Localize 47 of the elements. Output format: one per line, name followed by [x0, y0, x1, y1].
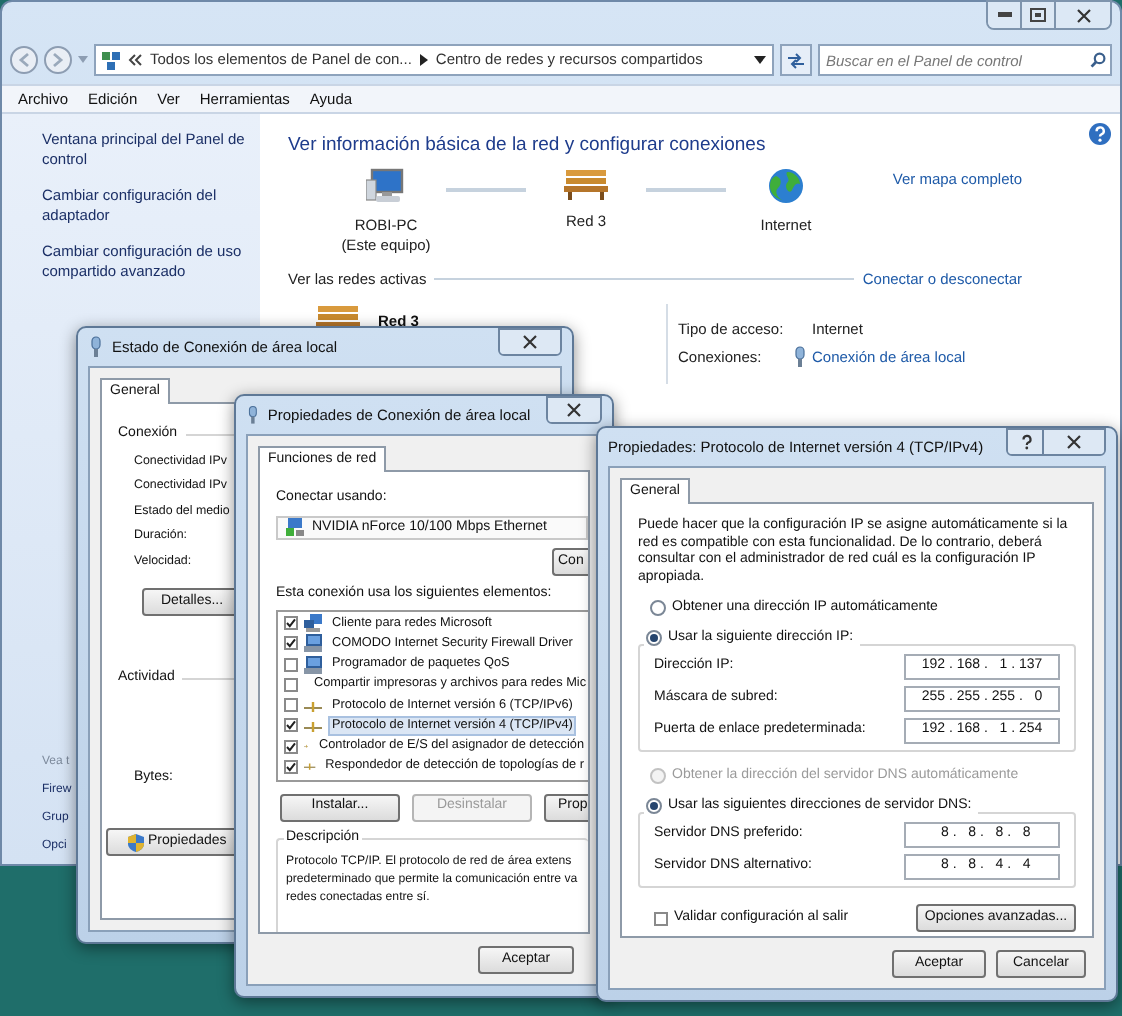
- shield-icon: [128, 833, 144, 851]
- minimize-button[interactable]: [988, 2, 1022, 28]
- checkbox[interactable]: [284, 657, 298, 672]
- checkbox[interactable]: [284, 636, 298, 651]
- protocol-icon: [304, 699, 322, 712]
- help-icon[interactable]: [1088, 122, 1112, 146]
- page-title: Ver información básica de la red y configurar conexiones: [288, 132, 766, 160]
- checkbox[interactable]: [284, 739, 298, 754]
- checkbox[interactable]: [654, 911, 668, 925]
- checkbox[interactable]: [284, 698, 298, 713]
- client-icon: [304, 614, 322, 633]
- checkbox[interactable]: [284, 616, 298, 631]
- service-icon: [304, 655, 322, 674]
- network-folder-icon: [102, 51, 120, 69]
- protocol-icon: [304, 719, 322, 732]
- maximize-button[interactable]: [1022, 2, 1056, 28]
- connection-icon: [88, 336, 104, 358]
- double-chevron-icon: [128, 54, 142, 66]
- close-icon: [562, 400, 587, 420]
- refresh-icon: [786, 51, 806, 69]
- bench-icon: [564, 168, 608, 201]
- restore-icon: [1030, 8, 1046, 22]
- help-icon: [1017, 434, 1033, 450]
- radio-button[interactable]: [646, 629, 662, 646]
- connection-icon: [792, 345, 808, 368]
- checkbox[interactable]: [284, 718, 298, 733]
- close-button[interactable]: [1044, 430, 1104, 454]
- dropdown-caret-icon: [754, 56, 766, 64]
- connection-icon: [246, 404, 260, 426]
- refresh-button[interactable]: [780, 44, 812, 76]
- protocol-icon: [304, 760, 316, 773]
- radio-button[interactable]: [650, 600, 666, 617]
- close-icon: [1071, 5, 1095, 25]
- breadcrumb-arrow-icon: [419, 54, 428, 66]
- close-button[interactable]: [1056, 2, 1110, 28]
- globe-icon: [768, 168, 804, 205]
- checkbox[interactable]: [284, 677, 298, 692]
- radio-button[interactable]: [646, 797, 662, 814]
- minimize-icon: [997, 12, 1011, 18]
- search-icon[interactable]: [1090, 52, 1106, 68]
- network-adapter-icon: [286, 518, 304, 537]
- computer-icon: [366, 168, 406, 205]
- close-icon: [518, 332, 542, 352]
- service-icon: [304, 634, 322, 653]
- close-icon: [1062, 432, 1086, 452]
- help-button[interactable]: [1008, 430, 1044, 454]
- checkbox[interactable]: [284, 759, 298, 774]
